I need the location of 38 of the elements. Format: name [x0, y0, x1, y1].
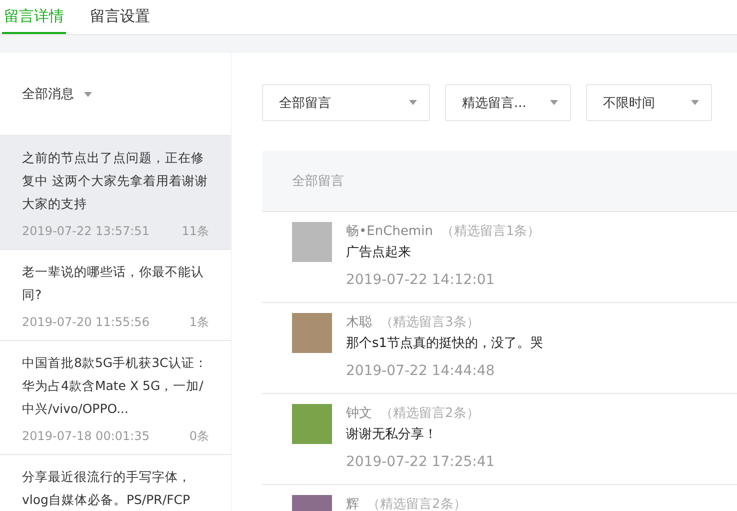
message-title: 老一辈说的哪些话，你最不能认同?: [22, 263, 205, 304]
commenter-name: 木聪: [346, 314, 372, 332]
commenter-name: 畅•EnChemin: [346, 223, 433, 241]
caret-icon[interactable]: [84, 92, 92, 96]
comment-time: 2019-07-22 17:25:41: [346, 454, 495, 470]
comment-text: 那个s1节点真的挺快的，没了。哭: [346, 335, 544, 353]
filter-dropdown[interactable]: 全部留言: [262, 84, 430, 121]
featured-count: （精选留言2条）: [367, 496, 466, 511]
message-time: 2019-07-18 00:01:35: [22, 428, 150, 445]
tab[interactable]: 留言设置: [90, 0, 150, 34]
commenter-name: 钟文: [346, 405, 372, 423]
comments-header: 全部留言: [262, 151, 737, 212]
comment-time: 2019-07-22 14:12:01: [346, 272, 496, 288]
caret-icon: [409, 100, 417, 105]
commenter-name: 辉: [346, 496, 359, 511]
comment-time: 2019-07-22 14:44:48: [346, 363, 496, 379]
message-list-item[interactable]: 之前的节点出了点问题，正在修复中 这两个大家先拿着用着谢谢大家的支持 2019-07-22 13:57:51 11条: [0, 136, 231, 250]
filter-dropdown[interactable]: 精选留言...: [445, 84, 571, 121]
filter-label[interactable]: 全部消息: [22, 85, 74, 103]
message-title: 分享最近很流行的手写字体，vlog自媒体必备。PS/PR/FCP: [22, 468, 192, 509]
message-title: 之前的节点出了点问题，正在修复中 这两个大家先拿着用着谢谢大家的支持: [22, 149, 209, 213]
comment-text: 广告点起来: [346, 244, 412, 262]
caret-icon: [691, 100, 699, 105]
comment-count: 1条: [189, 314, 209, 331]
featured-count: （精选留言3条）: [380, 314, 480, 332]
featured-count: （精选留言2条）: [380, 405, 480, 423]
caret-icon: [550, 100, 558, 105]
message-time: 2019-07-22 13:57:51: [22, 223, 150, 240]
comment-count: 0条: [189, 428, 209, 445]
filter-dropdown[interactable]: 不限时间: [586, 84, 712, 121]
featured-count: （精选留言1条）: [440, 223, 540, 241]
avatar-placeholder: [292, 222, 332, 262]
comment-count: 11条: [182, 223, 209, 240]
avatar-placeholder: [292, 313, 332, 353]
avatar-placeholder: [292, 404, 332, 444]
message-title: 中国首批8款5G手机获3C认证：华为占4款含Mate X 5G，一加/中兴/vivo/OPPO...: [22, 354, 208, 418]
message-time: 2019-07-20 11:55:56: [22, 314, 150, 331]
comment-text: 谢谢无私分享！: [346, 426, 438, 444]
